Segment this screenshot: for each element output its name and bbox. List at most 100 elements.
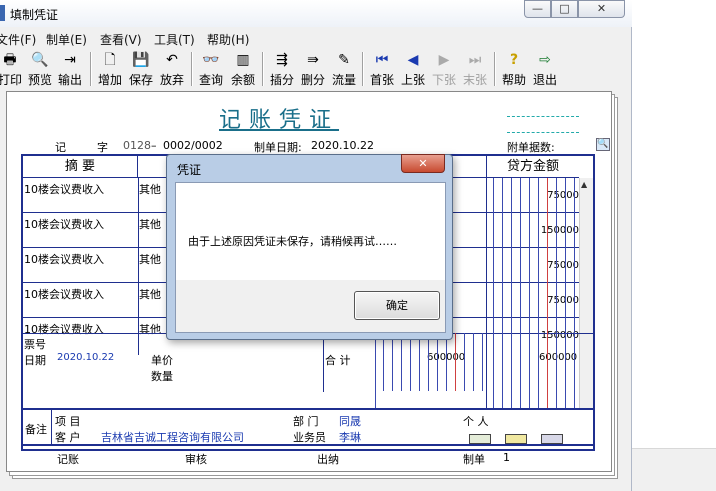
row-summary[interactable]: 10楼会议费收入 xyxy=(24,251,104,267)
maker-value: 1 xyxy=(503,451,510,464)
id-card-icon[interactable] xyxy=(505,434,527,444)
row-summary[interactable]: 10楼会议费收入 xyxy=(24,286,104,302)
title-bar: 填制凭证 — □ ✕ xyxy=(0,0,632,27)
preview-icon: 🔍 xyxy=(31,52,49,68)
toolbar-separator xyxy=(191,52,193,86)
toolbar-separator xyxy=(362,52,364,86)
next-button[interactable]: ▶ 下张 xyxy=(430,50,458,88)
magnifier-icon[interactable]: 🔍 xyxy=(596,138,610,151)
summary-header: 摘 要 xyxy=(23,156,138,178)
voucher-type-suffix: 字 xyxy=(97,141,108,154)
bookkeeper-label: 记账 xyxy=(57,453,79,466)
amount-grid-line xyxy=(401,333,402,391)
delete-row-button[interactable]: ⇛ 删分 xyxy=(299,50,327,88)
exit-button[interactable]: ⇨ 退出 xyxy=(531,50,559,88)
amount-grid-line xyxy=(520,178,521,409)
window-title: 填制凭证 xyxy=(10,8,59,22)
ok-button[interactable]: 确定 xyxy=(354,291,440,320)
prev-button[interactable]: ◀ 上张 xyxy=(399,50,427,88)
customer-value[interactable]: 吉林省吉诚工程咨询有限公司 xyxy=(101,429,244,445)
toolbar-separator xyxy=(494,52,496,86)
voucher-type[interactable]: 记 xyxy=(55,139,66,155)
desktop-background xyxy=(632,0,716,491)
amount-grid-line xyxy=(446,333,447,391)
export-button[interactable]: ⇥ 输出 xyxy=(56,50,84,88)
footer-date[interactable]: 2020.10.22 xyxy=(57,352,114,363)
desktop-strip xyxy=(632,448,716,491)
help-button[interactable]: ? 帮助 xyxy=(500,50,528,88)
dialog-close-button[interactable]: ✕ xyxy=(401,154,445,173)
abandon-button[interactable]: ↶ 放弃 xyxy=(158,50,186,88)
footer-date-label: 日期 xyxy=(24,354,46,367)
card-icon[interactable] xyxy=(469,434,491,444)
export-icon: ⇥ xyxy=(64,52,76,68)
amount-grid-line xyxy=(511,178,512,409)
new-document-icon: 🗋 xyxy=(104,52,116,68)
amount-grid-line xyxy=(383,333,384,391)
toolbar-separator xyxy=(262,52,264,86)
query-button[interactable]: 👓 查询 xyxy=(197,50,225,88)
printer-icon: 🖶 xyxy=(3,52,17,68)
menu-view[interactable]: 查看(V) xyxy=(100,31,142,48)
add-button[interactable]: 🗋 增加 xyxy=(96,50,124,88)
dash-line xyxy=(507,132,579,133)
price-label: 单价 xyxy=(151,354,173,367)
row-account[interactable]: 其他 xyxy=(139,181,161,197)
dialog-message: 由于上述原因凭证未保存，请稍候再试…… xyxy=(188,235,397,248)
total-label: 合 计 xyxy=(325,354,351,367)
amount-grid-line xyxy=(455,333,456,391)
number-dash: – xyxy=(151,139,157,152)
cashier-label: 出纳 xyxy=(317,453,339,466)
insert-row-button[interactable]: ⇶ 插分 xyxy=(268,50,296,88)
ticket-label: 票号 xyxy=(24,338,46,351)
question-icon: ? xyxy=(509,52,519,68)
department-value[interactable]: 同晟 xyxy=(339,413,361,429)
minimize-button[interactable]: — xyxy=(524,0,551,18)
prev-icon: ◀ xyxy=(407,52,419,68)
menu-file[interactable]: 文件(F) xyxy=(0,31,36,48)
row-account[interactable]: 其他 xyxy=(139,286,161,302)
maximize-button[interactable]: □ xyxy=(551,0,578,18)
toolbar: 🖶 打印 🔍 预览 ⇥ 输出 🗋 增加 💾 保存 ↶ 放弃 👓 查询 ▥ 余额 … xyxy=(0,48,632,90)
attachments-label: 附单据数: xyxy=(507,141,555,154)
notes-box: 备注 项 目 客 户 吉林省吉诚工程咨询有限公司 部 门 同晟 业务员 李琳 个… xyxy=(21,408,595,446)
amount-grid-line xyxy=(502,178,503,409)
cashflow-button[interactable]: ✎ 流量 xyxy=(330,50,358,88)
credit-header: 贷方金额 xyxy=(486,156,579,178)
staff-value[interactable]: 李琳 xyxy=(339,429,361,445)
menu-voucher[interactable]: 制单(E) xyxy=(46,31,87,48)
floppy-icon: 💾 xyxy=(132,52,150,68)
last-icon: ⏭ xyxy=(468,52,482,68)
last-button[interactable]: ⏭ 末张 xyxy=(461,50,489,88)
amount-grid-line xyxy=(565,178,566,409)
voucher-number[interactable]: 0128 xyxy=(123,139,151,152)
print-button[interactable]: 🖶 打印 xyxy=(0,50,24,88)
menu-bar: 文件(F) 制单(E) 查看(V) 工具(T) 帮助(H) xyxy=(0,28,632,47)
row-summary[interactable]: 10楼会议费收入 xyxy=(24,216,104,232)
menu-tools[interactable]: 工具(T) xyxy=(154,31,195,48)
first-button[interactable]: ⏮ 首张 xyxy=(368,50,396,88)
close-button[interactable]: ✕ xyxy=(578,0,625,18)
row-account[interactable]: 其他 xyxy=(139,251,161,267)
personal-label: 个 人 xyxy=(463,415,489,428)
save-button[interactable]: 💾 保存 xyxy=(127,50,155,88)
scroll-up-icon[interactable]: ▲ xyxy=(581,180,587,189)
amount-grid-line xyxy=(574,178,575,409)
amount-grid-line xyxy=(482,333,483,391)
voucher-date[interactable]: 2020.10.22 xyxy=(311,139,374,152)
column-divider xyxy=(323,334,324,392)
first-icon: ⏮ xyxy=(375,52,389,68)
balance-button[interactable]: ▥ 余额 xyxy=(229,50,257,88)
next-icon: ▶ xyxy=(438,52,450,68)
exit-door-icon: ⇨ xyxy=(539,52,551,68)
document-icon[interactable] xyxy=(541,434,563,444)
preview-button[interactable]: 🔍 预览 xyxy=(26,50,54,88)
row-account[interactable]: 其他 xyxy=(139,216,161,232)
amount-grid-line xyxy=(547,178,548,409)
menu-help[interactable]: 帮助(H) xyxy=(207,31,249,48)
row-summary[interactable]: 10楼会议费收入 xyxy=(24,181,104,197)
app-icon xyxy=(0,5,5,21)
amount-grid-line xyxy=(529,178,530,409)
staff-label: 业务员 xyxy=(293,431,326,444)
customer-label: 客 户 xyxy=(55,431,81,444)
